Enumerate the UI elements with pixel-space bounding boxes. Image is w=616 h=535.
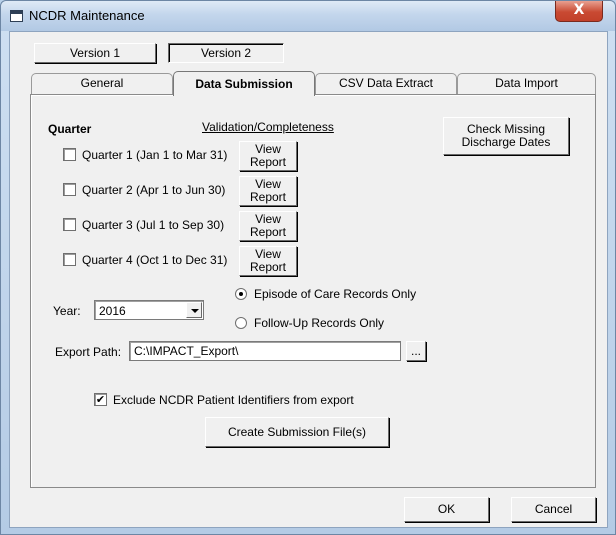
exclude-identifiers-checkbox[interactable]: ✔ xyxy=(94,393,107,406)
quarter-3-label: Quarter 3 (Jul 1 to Sep 30) xyxy=(82,218,225,232)
year-label: Year: xyxy=(53,304,81,318)
quarter-1-checkbox[interactable] xyxy=(63,148,76,161)
chevron-down-icon[interactable] xyxy=(186,302,202,318)
quarter-heading: Quarter xyxy=(48,122,92,136)
episode-of-care-label: Episode of Care Records Only xyxy=(254,287,417,301)
follow-up-radio[interactable] xyxy=(235,317,247,329)
quarter-2-view-report-button[interactable]: View Report xyxy=(239,176,297,206)
check-missing-discharge-dates-button[interactable]: Check Missing Discharge Dates xyxy=(443,117,569,155)
quarter-2-checkbox[interactable] xyxy=(63,183,76,196)
quarter-4-checkbox[interactable] xyxy=(63,253,76,266)
browse-button[interactable]: ... xyxy=(406,341,426,361)
year-value: 2016 xyxy=(99,304,126,318)
create-submission-files-button[interactable]: Create Submission File(s) xyxy=(205,417,389,447)
title-bar[interactable]: NCDR Maintenance X xyxy=(1,1,615,31)
episode-of-care-radio[interactable] xyxy=(235,288,247,300)
tab-data-import[interactable]: Data Import xyxy=(457,73,596,94)
version-1-button[interactable]: Version 1 xyxy=(34,43,156,63)
tab-general[interactable]: General xyxy=(31,73,173,94)
quarter-3-checkbox[interactable] xyxy=(63,218,76,231)
ok-button[interactable]: OK xyxy=(404,497,489,522)
quarter-2-label: Quarter 2 (Apr 1 to Jun 30) xyxy=(82,183,226,197)
tab-csv-data-extract[interactable]: CSV Data Extract xyxy=(315,73,457,94)
dialog-client-area: Version 1 Version 2 General Data Submiss… xyxy=(9,31,608,528)
follow-up-label: Follow-Up Records Only xyxy=(254,316,385,330)
tab-data-submission[interactable]: Data Submission xyxy=(173,71,315,96)
year-select[interactable]: 2016 xyxy=(94,300,204,320)
window-icon xyxy=(10,10,23,22)
cancel-button[interactable]: Cancel xyxy=(511,497,596,522)
export-path-label: Export Path: xyxy=(55,345,122,359)
quarter-3-view-report-button[interactable]: View Report xyxy=(239,211,297,241)
quarter-1-view-report-button[interactable]: View Report xyxy=(239,141,297,171)
quarter-4-view-report-button[interactable]: View Report xyxy=(239,246,297,276)
quarter-4-label: Quarter 4 (Oct 1 to Dec 31) xyxy=(82,253,228,267)
quarter-1-label: Quarter 1 (Jan 1 to Mar 31) xyxy=(82,148,228,162)
export-path-input[interactable]: C:\IMPACT_Export\ xyxy=(129,341,401,361)
data-submission-panel: Quarter Validation/Completeness Check Mi… xyxy=(30,94,596,488)
ncdr-maintenance-window: NCDR Maintenance X Version 1 Version 2 G… xyxy=(0,0,616,535)
version-2-button[interactable]: Version 2 xyxy=(168,43,284,63)
exclude-identifiers-label: Exclude NCDR Patient Identifiers from ex… xyxy=(113,393,354,407)
validation-completeness-heading: Validation/Completeness xyxy=(202,120,334,134)
close-button[interactable]: X xyxy=(555,1,603,22)
window-title: NCDR Maintenance xyxy=(29,8,145,23)
